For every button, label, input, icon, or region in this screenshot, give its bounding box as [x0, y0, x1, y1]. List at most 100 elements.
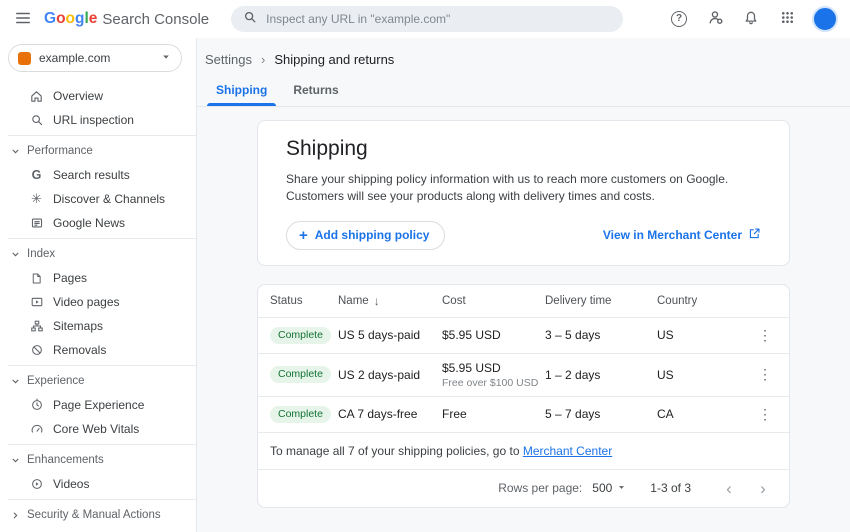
sidebar-group-enhancements[interactable]: Enhancements — [0, 448, 196, 472]
column-header-label: Country — [657, 295, 697, 307]
merchant-center-link-label: View in Merchant Center — [603, 228, 742, 242]
sidebar-item-label: Core Web Vitals — [53, 422, 139, 436]
sidebar-item-label: Removals — [53, 343, 106, 357]
sidebar-item-core-web-vitals[interactable]: Core Web Vitals — [0, 417, 196, 441]
policy-name: US 5 days-paid — [338, 328, 442, 342]
sidebar-item-removals[interactable]: Removals — [0, 338, 196, 362]
search-console-app: G o o g l e Search Console ? — [0, 0, 850, 532]
sidebar-group-index[interactable]: Index — [0, 242, 196, 266]
discover-icon: ✳ — [29, 192, 44, 207]
chevron-down-icon — [10, 145, 22, 157]
column-header-label: Cost — [442, 295, 466, 307]
search-icon — [29, 113, 44, 128]
breadcrumb-settings-link[interactable]: Settings — [205, 52, 252, 67]
sidebar-item-sitemaps[interactable]: Sitemaps — [0, 314, 196, 338]
rows-per-page-value: 500 — [592, 481, 612, 495]
news-icon — [29, 216, 44, 231]
shipping-policies-table: Status Name ↓ Cost Delivery time — [257, 284, 790, 508]
status-badge: Complete — [270, 366, 331, 383]
top-bar: G o o g l e Search Console ? — [0, 0, 850, 38]
logo-letter: o — [66, 10, 75, 28]
sidebar: example.com Overview URL inspection — [0, 38, 197, 532]
column-header-status[interactable]: Status — [270, 295, 338, 307]
sidebar-item-label: Search results — [53, 168, 130, 182]
sidebar-item-label: Pages — [53, 271, 87, 285]
sidebar-item-pages[interactable]: Pages — [0, 266, 196, 290]
sidebar-item-url-inspection[interactable]: URL inspection — [0, 108, 196, 132]
google-apps-button[interactable] — [772, 4, 802, 34]
url-inspection-input[interactable] — [266, 12, 611, 26]
sidebar-group-experience[interactable]: Experience — [0, 369, 196, 393]
bell-icon — [743, 10, 759, 29]
row-actions-menu-button[interactable]: ⋮ — [753, 366, 777, 383]
sidebar-item-video-pages[interactable]: Video pages — [0, 290, 196, 314]
account-avatar[interactable] — [812, 6, 838, 32]
property-name: example.com — [39, 51, 153, 65]
column-header-country[interactable]: Country — [657, 295, 753, 307]
account-settings-button[interactable] — [700, 4, 730, 34]
sidebar-item-discover-channels[interactable]: ✳ Discover & Channels — [0, 187, 196, 211]
chevron-down-icon — [10, 375, 22, 387]
sidebar-item-overview[interactable]: Overview — [0, 84, 196, 108]
sidebar-item-google-news[interactable]: Google News — [0, 211, 196, 235]
sidebar-group-label: Index — [27, 248, 55, 260]
rows-per-page-label: Rows per page: — [498, 481, 582, 495]
user-settings-icon — [707, 9, 724, 29]
page-experience-icon — [29, 398, 44, 413]
breadcrumb-current-page: Shipping and returns — [274, 52, 394, 67]
url-inspection-searchbar[interactable] — [231, 6, 623, 32]
sidebar-group-performance[interactable]: Performance — [0, 139, 196, 163]
policy-delivery-time: 1 – 2 days — [545, 368, 657, 382]
sidebar-item-label: URL inspection — [53, 113, 134, 127]
table-row: Complete US 5 days-paid $5.95 USD 3 – 5 … — [258, 317, 789, 353]
row-actions-menu-button[interactable]: ⋮ — [753, 406, 777, 423]
rows-per-page-select[interactable]: 500 — [592, 481, 626, 495]
sidebar-item-videos[interactable]: Videos — [0, 472, 196, 496]
pagination-range: 1-3 of 3 — [650, 481, 691, 495]
next-page-button[interactable]: › — [751, 476, 775, 500]
column-header-delivery-time[interactable]: Delivery time — [545, 295, 657, 307]
app-logo[interactable]: G o o g l e Search Console — [44, 10, 209, 28]
previous-page-button[interactable]: ‹ — [717, 476, 741, 500]
view-in-merchant-center-link[interactable]: View in Merchant Center — [603, 227, 761, 243]
tab-shipping[interactable]: Shipping — [203, 76, 280, 106]
row-actions-menu-button[interactable]: ⋮ — [753, 327, 777, 344]
table-row: Complete CA 7 days-free Free 5 – 7 days … — [258, 396, 789, 432]
add-shipping-policy-label: Add shipping policy — [315, 228, 430, 242]
status-badge: Complete — [270, 406, 331, 423]
policy-country: CA — [657, 407, 753, 421]
pages-icon — [29, 271, 44, 286]
policy-delivery-time: 3 – 5 days — [545, 328, 657, 342]
sidebar-item-page-experience[interactable]: Page Experience — [0, 393, 196, 417]
help-icon: ? — [671, 11, 687, 27]
merchant-center-footer-link[interactable]: Merchant Center — [523, 444, 612, 458]
shipping-intro-card: Shipping Share your shipping policy info… — [257, 120, 790, 266]
sidebar-item-search-results[interactable]: G Search results — [0, 163, 196, 187]
help-button[interactable]: ? — [664, 4, 694, 34]
tab-returns[interactable]: Returns — [280, 76, 351, 106]
chevron-down-icon — [161, 49, 171, 67]
menu-button[interactable] — [8, 4, 38, 34]
property-selector[interactable]: example.com — [8, 44, 182, 72]
column-header-label: Name — [338, 295, 369, 307]
sidebar-item-label: Videos — [53, 477, 89, 491]
column-header-cost[interactable]: Cost — [442, 295, 545, 307]
policy-country: US — [657, 368, 753, 382]
sidebar-item-label: Overview — [53, 89, 103, 103]
sidebar-item-label: Sitemaps — [53, 319, 103, 333]
sidebar-group-security-manual-actions[interactable]: Security & Manual Actions — [0, 503, 196, 527]
policy-delivery-time: 5 – 7 days — [545, 407, 657, 421]
sidebar-divider — [8, 135, 196, 136]
hamburger-icon — [14, 9, 32, 30]
notifications-button[interactable] — [736, 4, 766, 34]
sidebar-divider — [8, 365, 196, 366]
column-header-name[interactable]: Name ↓ — [338, 294, 442, 308]
policy-country: US — [657, 328, 753, 342]
add-shipping-policy-button[interactable]: + Add shipping policy — [286, 221, 445, 250]
sort-descending-icon: ↓ — [374, 294, 380, 308]
video-pages-icon — [29, 295, 44, 310]
intro-actions: + Add shipping policy View in Merchant C… — [286, 221, 761, 250]
sidebar-divider — [8, 444, 196, 445]
chevron-right-icon — [10, 509, 22, 521]
videos-icon — [29, 477, 44, 492]
